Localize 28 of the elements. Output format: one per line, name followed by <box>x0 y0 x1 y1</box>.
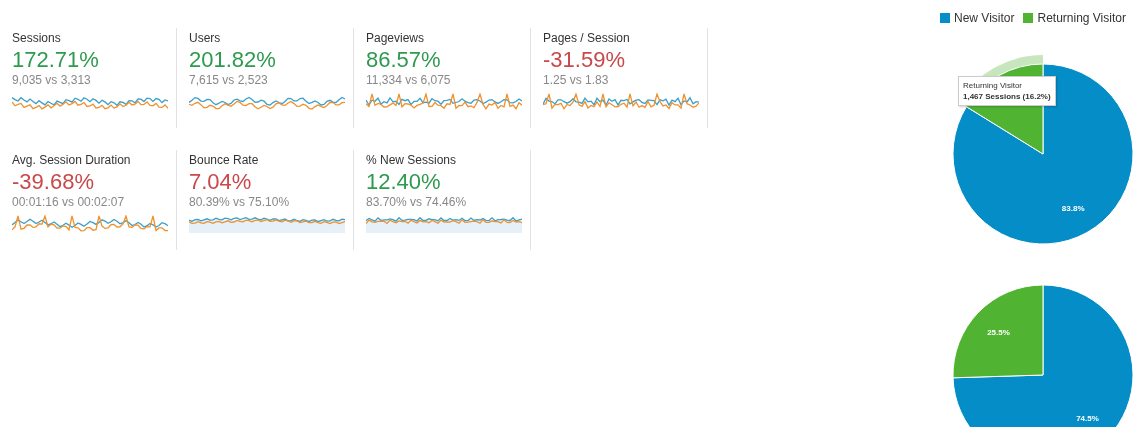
metric-title: Bounce Rate <box>189 153 260 167</box>
metric-comparison: 83.70% vs 74.46% <box>366 195 468 209</box>
legend-label: New Visitor <box>954 11 1015 25</box>
slice-label: 83.8% <box>1061 204 1085 214</box>
metric-title: % New Sessions <box>366 153 458 167</box>
metric-comparison: 9,035 vs 3,313 <box>12 73 92 87</box>
metric-change: 172.71% <box>12 47 100 73</box>
metric-comparison: 7,615 vs 2,523 <box>189 73 269 87</box>
metric-comparison: 80.39% vs 75.10% <box>189 195 291 209</box>
metric-change: 12.40% <box>366 169 442 195</box>
slice-label: 74.5% <box>1076 414 1099 424</box>
metric-change: 86.57% <box>366 47 442 73</box>
metric-change: -39.68% <box>12 169 95 195</box>
metric-comparison: 00:01:16 vs 00:02:07 <box>12 195 126 209</box>
metric-title: Avg. Session Duration <box>12 153 132 167</box>
slice-label: 25.5% <box>987 327 1010 337</box>
metric-title: Pageviews <box>366 31 426 45</box>
metric-title: Sessions <box>12 31 62 45</box>
metric-comparison: 1.25 vs 1.83 <box>543 73 610 87</box>
tooltip-title: Returning Visitor <box>963 80 1023 91</box>
metric-change: -31.59% <box>543 47 626 73</box>
legend-label: Returning Visitor <box>1037 11 1126 25</box>
tooltip-value: 1,467 Sessions (16.2%) <box>963 91 1051 102</box>
metric-comparison: 11,334 vs 6,075 <box>366 73 452 87</box>
metric-title: Users <box>189 31 222 45</box>
metric-change: 7.04% <box>189 169 253 195</box>
metric-change: 201.82% <box>189 47 277 73</box>
metric-title: Pages / Session <box>543 31 631 45</box>
